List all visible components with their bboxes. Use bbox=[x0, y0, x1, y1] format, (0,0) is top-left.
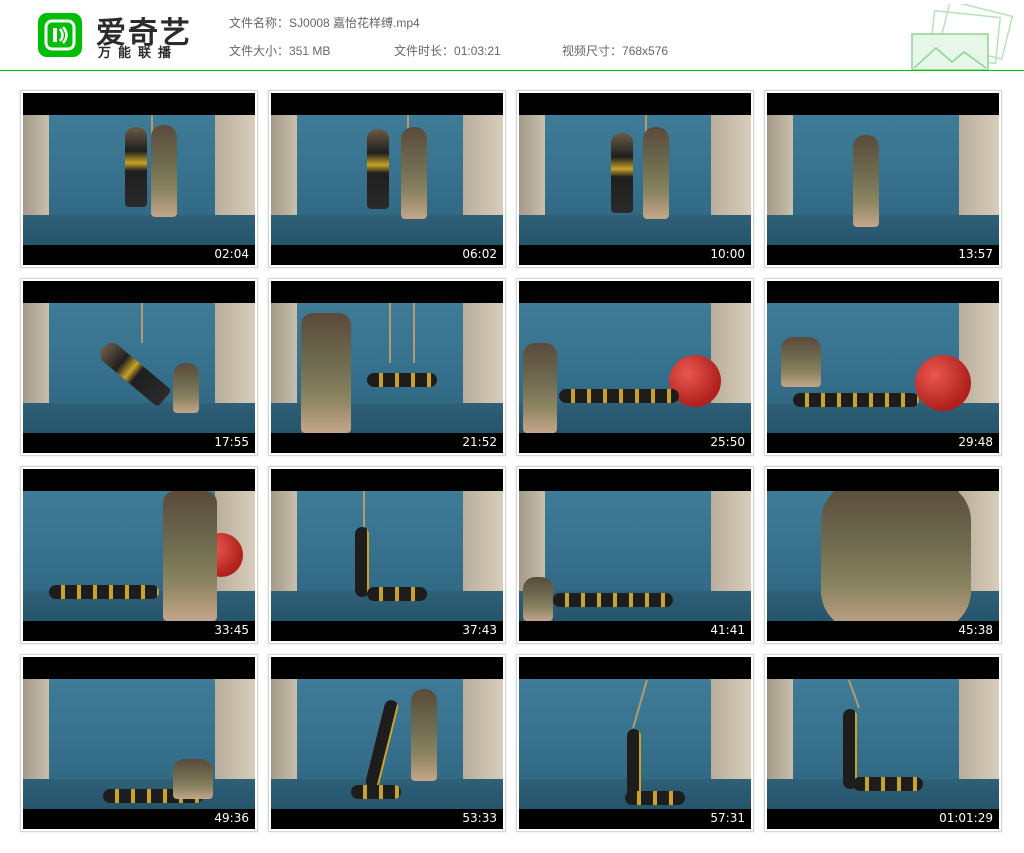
timestamp: 01:01:29 bbox=[939, 811, 993, 825]
timestamp: 29:48 bbox=[958, 435, 993, 449]
timestamp: 33:45 bbox=[214, 623, 249, 637]
frame-image bbox=[767, 303, 999, 433]
timestamp: 06:02 bbox=[462, 247, 497, 261]
frame-image bbox=[23, 679, 255, 809]
file-name-row: 文件名称：SJ0008 嘉怡花样缚.mp4 bbox=[229, 14, 420, 31]
frame-image bbox=[519, 115, 751, 245]
photo-stack-decoration-icon bbox=[911, 4, 1014, 70]
video-frame: 25:50 bbox=[519, 281, 751, 453]
thumbnail-grid: 02:04 06:02 10:00 13:57 17:55 21:52 25:5… bbox=[20, 90, 1002, 832]
frame-image bbox=[519, 679, 751, 809]
thumbnail[interactable]: 41:41 bbox=[516, 466, 754, 644]
thumbnail[interactable]: 29:48 bbox=[764, 278, 1002, 456]
video-frame: 02:04 bbox=[23, 93, 255, 265]
timestamp: 53:33 bbox=[462, 811, 497, 825]
frame-image bbox=[23, 303, 255, 433]
file-size-row: 文件大小：351 MB bbox=[229, 42, 330, 59]
thumbnail[interactable]: 45:38 bbox=[764, 466, 1002, 644]
frame-image bbox=[767, 679, 999, 809]
frame-image bbox=[519, 303, 751, 433]
thumbnail[interactable]: 33:45 bbox=[20, 466, 258, 644]
video-frame: 53:33 bbox=[271, 657, 503, 829]
timestamp: 17:55 bbox=[214, 435, 249, 449]
frame-image bbox=[519, 491, 751, 621]
timestamp: 45:38 bbox=[958, 623, 993, 637]
timestamp: 02:04 bbox=[214, 247, 249, 261]
timestamp: 37:43 bbox=[462, 623, 497, 637]
video-frame: 01:01:29 bbox=[767, 657, 999, 829]
thumbnail[interactable]: 21:52 bbox=[268, 278, 506, 456]
iqiyi-logo-icon bbox=[38, 13, 82, 57]
file-duration-value: 01:03:21 bbox=[454, 44, 501, 58]
thumbnail[interactable]: 37:43 bbox=[268, 466, 506, 644]
file-size-value: 351 MB bbox=[289, 44, 331, 58]
video-frame: 10:00 bbox=[519, 93, 751, 265]
video-frame: 49:36 bbox=[23, 657, 255, 829]
timestamp: 49:36 bbox=[214, 811, 249, 825]
video-frame: 33:45 bbox=[23, 469, 255, 641]
video-frame: 37:43 bbox=[271, 469, 503, 641]
file-duration-label: 文件时长： bbox=[394, 44, 455, 58]
thumbnail[interactable]: 57:31 bbox=[516, 654, 754, 832]
thumbnail[interactable]: 53:33 bbox=[268, 654, 506, 832]
frame-image bbox=[23, 115, 255, 245]
timestamp: 57:31 bbox=[710, 811, 745, 825]
frame-image bbox=[767, 491, 999, 621]
file-name-value: SJ0008 嘉怡花样缚.mp4 bbox=[289, 16, 420, 30]
video-frame: 21:52 bbox=[271, 281, 503, 453]
video-frame: 13:57 bbox=[767, 93, 999, 265]
file-name-label: 文件名称： bbox=[229, 16, 290, 30]
brand-tagline: 万能联播 bbox=[98, 46, 179, 61]
timestamp: 21:52 bbox=[462, 435, 497, 449]
video-frame: 06:02 bbox=[271, 93, 503, 265]
frame-image bbox=[271, 679, 503, 809]
video-resolution-value: 768x576 bbox=[622, 44, 669, 58]
frame-image bbox=[767, 115, 999, 245]
file-duration-row: 文件时长：01:03:21 bbox=[394, 42, 501, 59]
frame-image bbox=[23, 491, 255, 621]
thumbnail[interactable]: 17:55 bbox=[20, 278, 258, 456]
frame-image bbox=[271, 303, 503, 433]
thumbnail[interactable]: 06:02 bbox=[268, 90, 506, 268]
frame-image bbox=[271, 491, 503, 621]
thumbnail[interactable]: 13:57 bbox=[764, 90, 1002, 268]
frame-image bbox=[271, 115, 503, 245]
video-frame: 29:48 bbox=[767, 281, 999, 453]
video-frame: 45:38 bbox=[767, 469, 999, 641]
thumbnail[interactable]: 49:36 bbox=[20, 654, 258, 832]
video-frame: 17:55 bbox=[23, 281, 255, 453]
thumbnail[interactable]: 01:01:29 bbox=[764, 654, 1002, 832]
timestamp: 41:41 bbox=[710, 623, 745, 637]
thumbnail[interactable]: 25:50 bbox=[516, 278, 754, 456]
video-resolution-row: 视频尺寸：768x576 bbox=[562, 42, 668, 59]
video-frame: 41:41 bbox=[519, 469, 751, 641]
video-resolution-label: 视频尺寸： bbox=[562, 44, 623, 58]
timestamp: 13:57 bbox=[958, 247, 993, 261]
thumbnail[interactable]: 10:00 bbox=[516, 90, 754, 268]
file-size-label: 文件大小： bbox=[229, 44, 290, 58]
header: 爱奇艺 万能联播 文件名称：SJ0008 嘉怡花样缚.mp4 文件大小：351 … bbox=[0, 0, 1024, 71]
video-frame: 57:31 bbox=[519, 657, 751, 829]
timestamp: 25:50 bbox=[710, 435, 745, 449]
timestamp: 10:00 bbox=[710, 247, 745, 261]
thumbnail[interactable]: 02:04 bbox=[20, 90, 258, 268]
